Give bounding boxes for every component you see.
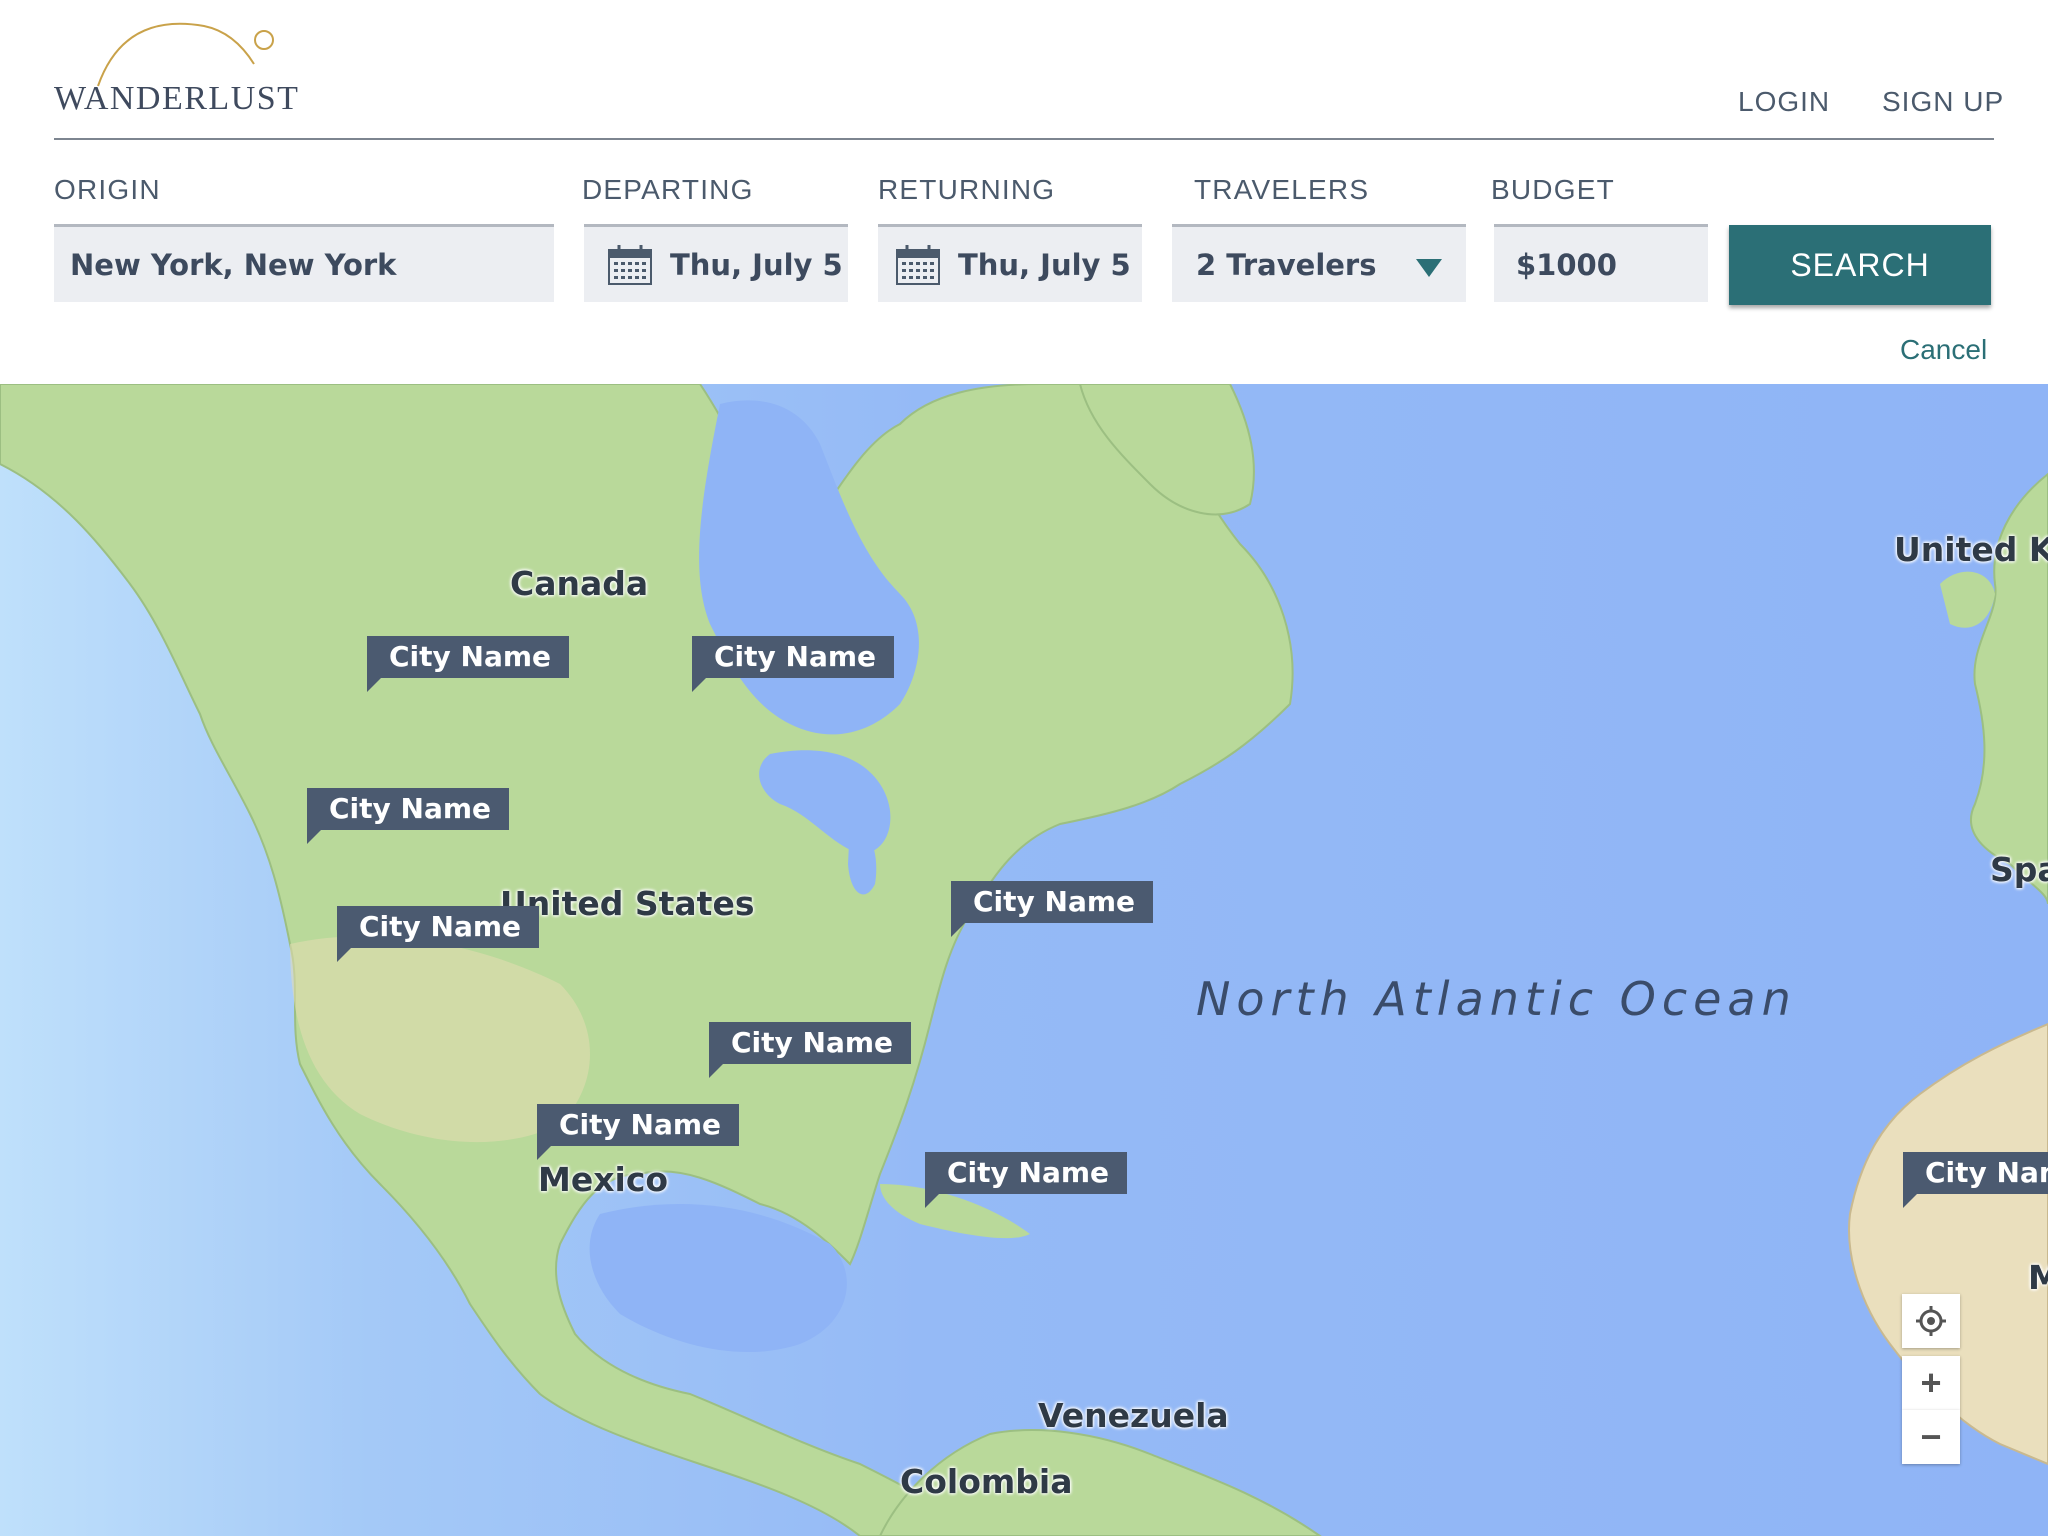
search-button[interactable]: SEARCH bbox=[1729, 225, 1991, 305]
search-header: WANDERLUST LOGIN SIGN UP ORIGIN DEPARTIN… bbox=[0, 0, 2048, 384]
returning-value: Thu, July 5 bbox=[958, 247, 1131, 282]
ocean-label: North Atlantic Ocean bbox=[1196, 972, 1797, 1026]
origin-field[interactable]: New York, New York bbox=[54, 224, 554, 302]
returning-label: RETURNING bbox=[878, 174, 1056, 205]
country-label: United Ki bbox=[1894, 530, 2048, 569]
map-view[interactable]: Canada United States Mexico Venezuela Co… bbox=[0, 384, 2048, 1536]
signup-link[interactable]: SIGN UP bbox=[1882, 86, 2004, 118]
city-pin[interactable]: City Name bbox=[1903, 1152, 2048, 1208]
country-label: Colombia bbox=[900, 1462, 1073, 1501]
header-divider bbox=[54, 138, 1994, 140]
city-pin[interactable]: City Name bbox=[709, 1022, 912, 1078]
budget-field[interactable]: $1000 bbox=[1494, 224, 1708, 302]
country-label: Venezuela bbox=[1038, 1396, 1229, 1435]
departing-label: DEPARTING bbox=[582, 174, 754, 205]
calendar-icon bbox=[608, 244, 652, 285]
travelers-value: 2 Travelers bbox=[1196, 247, 1377, 282]
departing-date-field[interactable]: Thu, July 5 bbox=[584, 224, 848, 302]
city-pin[interactable]: City Name bbox=[367, 636, 570, 692]
departing-value: Thu, July 5 bbox=[670, 247, 843, 282]
returning-date-field[interactable]: Thu, July 5 bbox=[878, 224, 1142, 302]
wanderlust-logo[interactable]: WANDERLUST bbox=[54, 18, 304, 118]
caret-down-icon bbox=[1416, 259, 1442, 277]
country-label: Mexico bbox=[538, 1160, 669, 1199]
locate-button[interactable] bbox=[1902, 1294, 1960, 1348]
zoom-in-button[interactable]: + bbox=[1902, 1356, 1960, 1410]
city-pin[interactable]: City Name bbox=[337, 906, 540, 962]
city-pin[interactable]: City Name bbox=[925, 1152, 1128, 1208]
budget-value: $1000 bbox=[1516, 247, 1617, 282]
login-link[interactable]: LOGIN bbox=[1738, 86, 1830, 118]
brand-name: WANDERLUST bbox=[54, 80, 300, 117]
budget-label: BUDGET bbox=[1491, 174, 1615, 205]
country-label: Spa bbox=[1990, 850, 2048, 889]
city-pin[interactable]: City Name bbox=[692, 636, 895, 692]
origin-label: ORIGIN bbox=[54, 174, 161, 205]
zoom-out-button[interactable]: − bbox=[1902, 1410, 1960, 1464]
sun-arc-icon bbox=[97, 22, 274, 87]
city-pin[interactable]: City Name bbox=[951, 881, 1154, 937]
travelers-label: TRAVELERS bbox=[1194, 174, 1370, 205]
map-landmass bbox=[0, 384, 2048, 1536]
city-pin[interactable]: City Name bbox=[307, 788, 510, 844]
country-label: M bbox=[2028, 1258, 2048, 1297]
calendar-icon bbox=[896, 244, 940, 285]
locate-icon bbox=[1916, 1306, 1946, 1336]
travelers-select[interactable]: 2 Travelers bbox=[1172, 224, 1466, 302]
cancel-link[interactable]: Cancel bbox=[1900, 334, 1987, 366]
origin-value: New York, New York bbox=[70, 247, 397, 282]
city-pin[interactable]: City Name bbox=[537, 1104, 740, 1160]
country-label: Canada bbox=[510, 564, 649, 603]
